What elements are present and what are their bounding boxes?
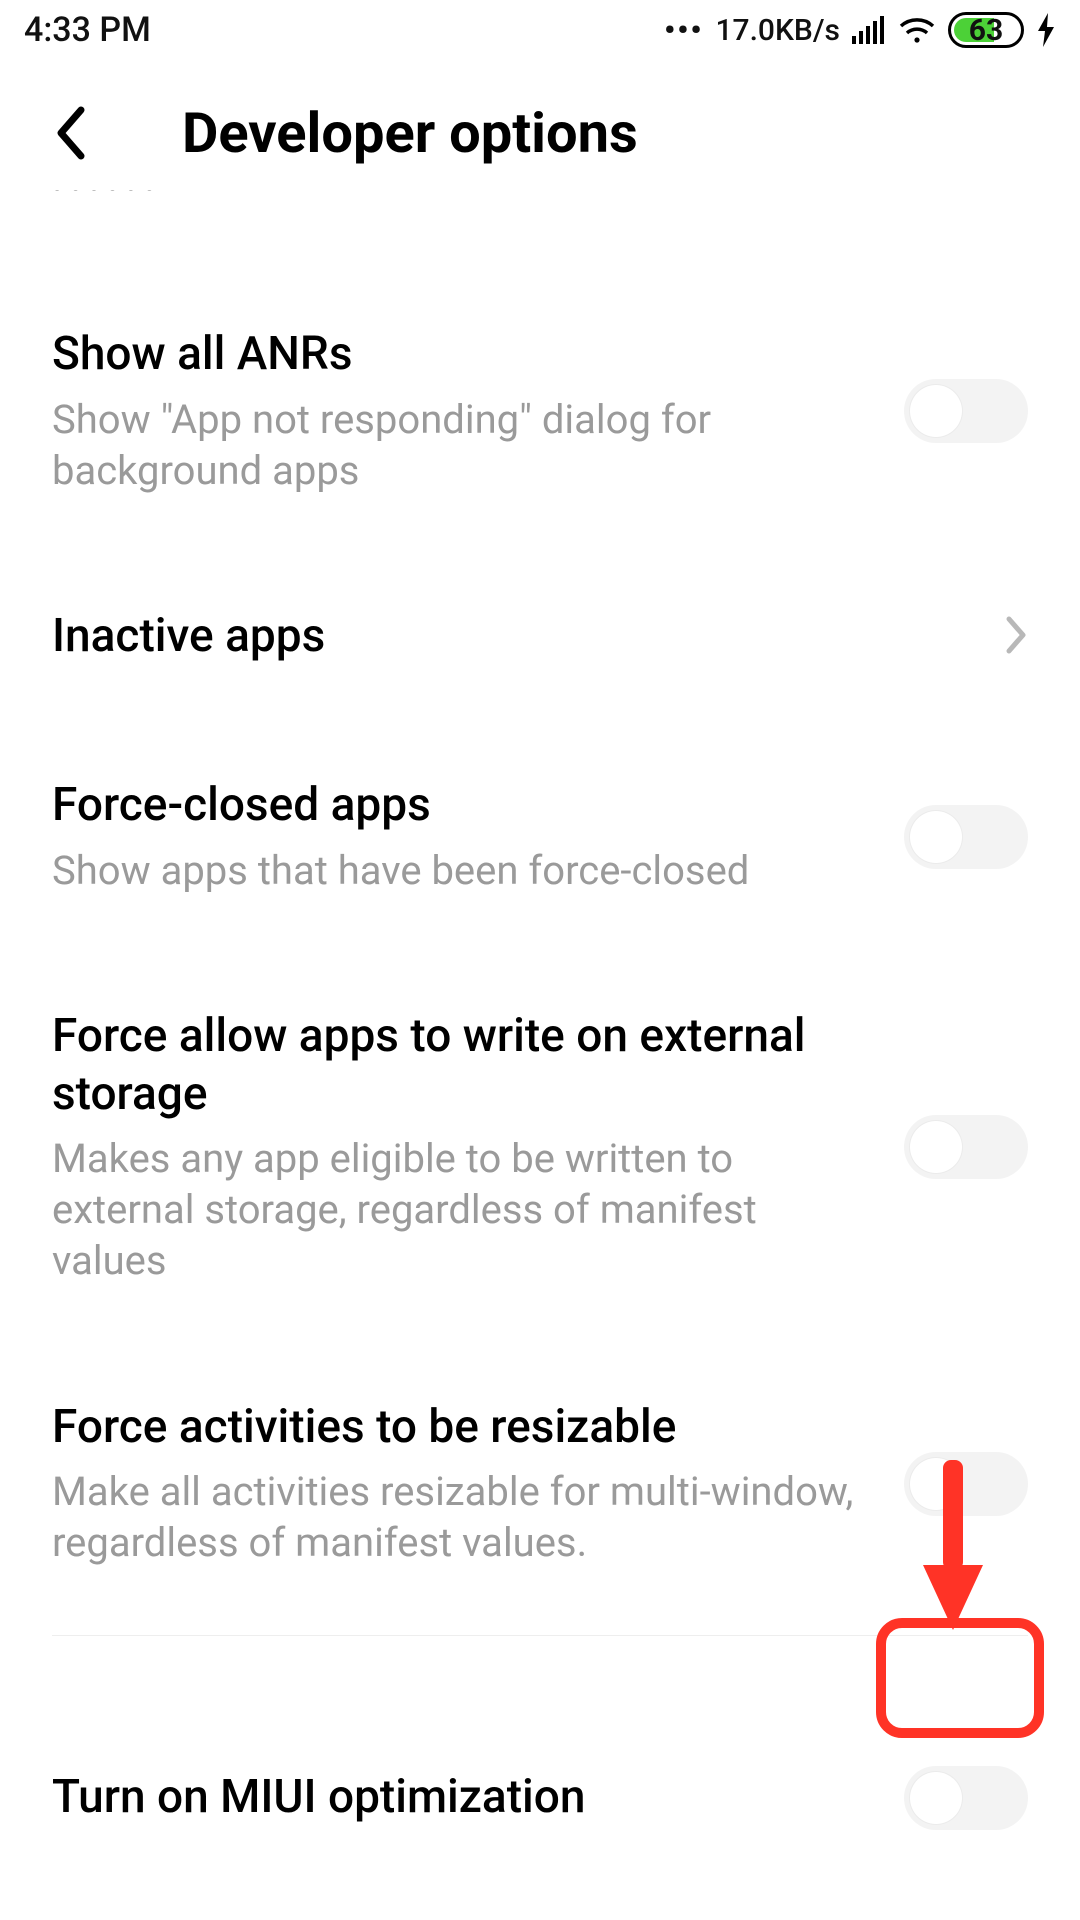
annotation-arrow-icon xyxy=(918,1460,988,1634)
row-subtitle: Show "App not responding" dialog for bac… xyxy=(52,394,864,496)
toggle-force-closed-apps[interactable] xyxy=(904,805,1028,869)
battery-percent: 63 xyxy=(951,13,1021,48)
toggle-knob xyxy=(910,385,962,437)
charging-bolt-icon xyxy=(1036,13,1056,47)
row-title: Force-closed apps xyxy=(52,777,864,835)
row-title: Force allow apps to write on external st… xyxy=(52,1008,864,1123)
wifi-icon xyxy=(898,16,936,44)
battery-icon: 63 xyxy=(948,12,1024,48)
clipped-previous-row: ······ xyxy=(52,190,1080,210)
row-force-resizable[interactable]: Force activities to be resizable Make al… xyxy=(52,1343,1028,1625)
row-title: Turn on MIUI optimization xyxy=(52,1769,864,1827)
settings-list: Show all ANRs Show "App not responding" … xyxy=(0,270,1080,1886)
row-force-write-external[interactable]: Force allow apps to write on external st… xyxy=(52,952,1028,1343)
row-subtitle: Makes any app eligible to be written to … xyxy=(52,1133,864,1287)
page-header: Developer options xyxy=(0,60,1080,196)
row-show-all-anrs[interactable]: Show all ANRs Show "App not responding" … xyxy=(52,270,1028,552)
toggle-knob xyxy=(910,811,962,863)
network-speed: 17.0KB/s xyxy=(715,13,840,48)
page-title: Developer options xyxy=(182,100,638,166)
toggle-force-write-external[interactable] xyxy=(904,1115,1028,1179)
more-icon xyxy=(664,13,703,48)
toggle-knob xyxy=(910,1772,962,1824)
status-bar: 4:33 PM 17.0KB/s 63 xyxy=(0,0,1080,60)
toggle-knob xyxy=(910,1121,962,1173)
row-force-closed-apps[interactable]: Force-closed apps Show apps that have be… xyxy=(52,721,1028,952)
back-button[interactable] xyxy=(38,101,102,165)
row-title: Inactive apps xyxy=(52,608,964,666)
row-title: Force activities to be resizable xyxy=(52,1399,864,1457)
row-title: Show all ANRs xyxy=(52,326,864,384)
row-miui-optimization[interactable]: Turn on MIUI optimization xyxy=(52,1736,1028,1886)
row-inactive-apps[interactable]: Inactive apps xyxy=(52,552,1028,722)
toggle-show-all-anrs[interactable] xyxy=(904,379,1028,443)
row-subtitle: Make all activities resizable for multi-… xyxy=(52,1466,864,1568)
chevron-left-icon xyxy=(53,106,87,160)
chevron-right-icon xyxy=(1004,615,1028,659)
row-subtitle: Show apps that have been force-closed xyxy=(52,845,864,896)
toggle-miui-optimization[interactable] xyxy=(904,1766,1028,1830)
section-divider xyxy=(52,1635,1028,1636)
status-right-cluster: 17.0KB/s 63 xyxy=(664,12,1056,48)
status-time: 4:33 PM xyxy=(24,10,151,50)
cellular-signal-icon xyxy=(852,16,886,44)
